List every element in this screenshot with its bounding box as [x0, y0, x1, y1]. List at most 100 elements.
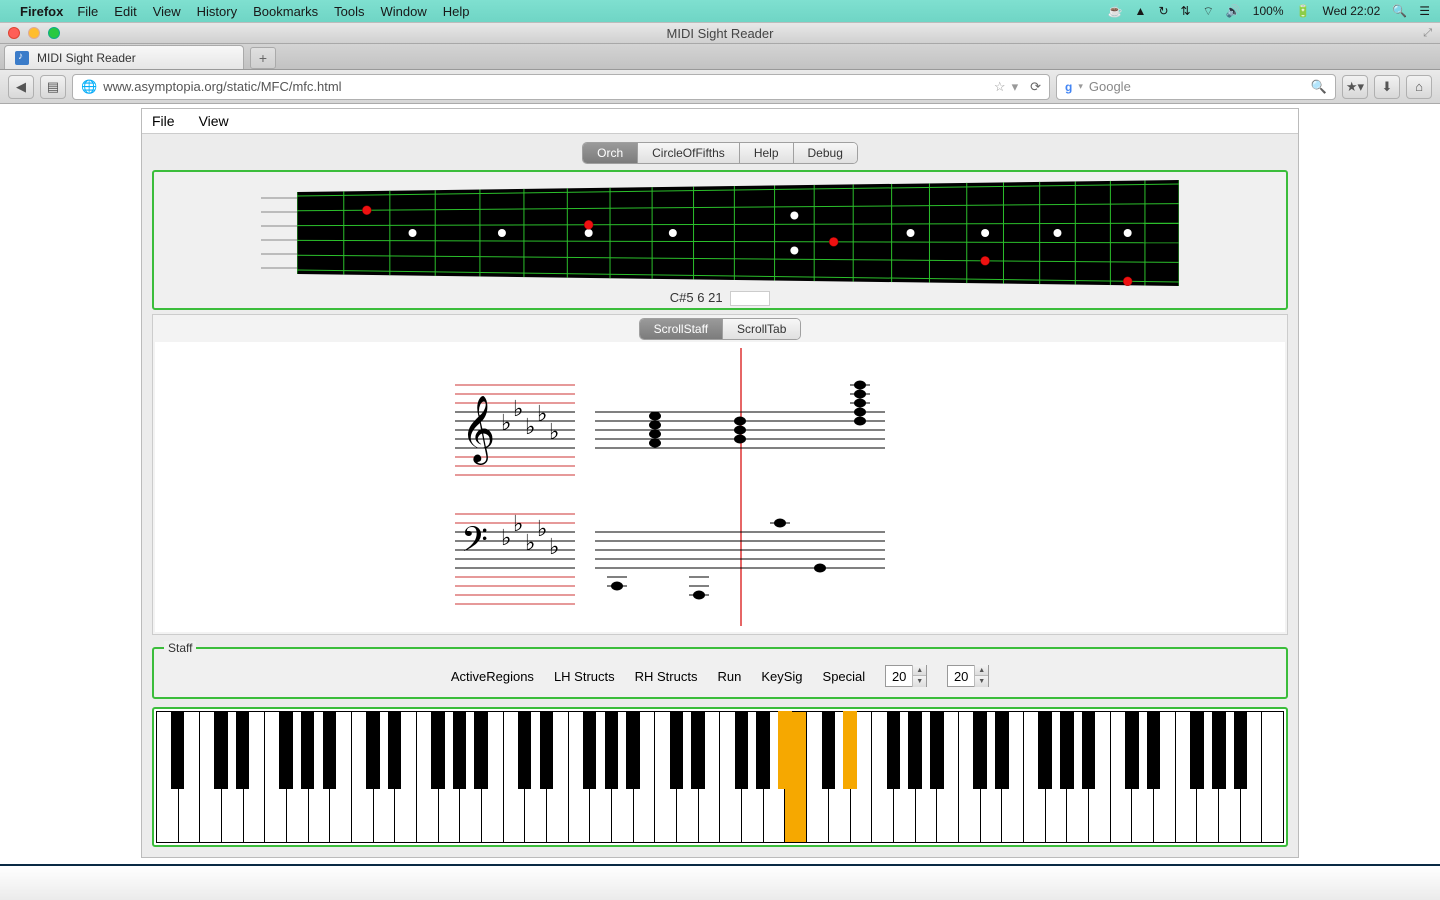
back-button[interactable]: ◀: [8, 75, 34, 99]
white-key[interactable]: [178, 711, 200, 843]
white-key[interactable]: [416, 711, 438, 843]
reload-icon[interactable]: ⟳: [1030, 79, 1041, 95]
white-key[interactable]: [741, 711, 763, 843]
white-key[interactable]: [264, 711, 286, 843]
search-bar[interactable]: g ▾ Google 🔍: [1056, 74, 1336, 100]
white-key[interactable]: [373, 711, 395, 843]
white-key[interactable]: [633, 711, 655, 843]
dock[interactable]: [0, 864, 1440, 900]
sidebar-button[interactable]: ▤: [40, 75, 66, 99]
ctrl-run[interactable]: Run: [717, 669, 741, 684]
menu-window[interactable]: Window: [381, 4, 427, 19]
menu-edit[interactable]: Edit: [114, 4, 136, 19]
ctrl-special[interactable]: Special: [823, 669, 866, 684]
white-key[interactable]: [828, 711, 850, 843]
tab-orch[interactable]: Orch: [583, 143, 638, 163]
sync-icon[interactable]: ⇅: [1181, 4, 1191, 18]
note-input-box[interactable]: [730, 291, 770, 306]
ctrl-rhstructs[interactable]: RH Structs: [635, 669, 698, 684]
white-key[interactable]: [958, 711, 980, 843]
white-key[interactable]: [676, 711, 698, 843]
minimize-button[interactable]: [28, 27, 40, 39]
white-key[interactable]: [871, 711, 893, 843]
tab-scrollstaff[interactable]: ScrollStaff: [640, 319, 723, 339]
tab-circleoffifths[interactable]: CircleOfFifths: [638, 143, 740, 163]
white-key[interactable]: [784, 711, 806, 843]
white-key[interactable]: [524, 711, 546, 843]
white-key[interactable]: [1153, 711, 1175, 843]
new-tab-button[interactable]: +: [250, 47, 276, 69]
white-key[interactable]: [394, 711, 416, 843]
white-key[interactable]: [1001, 711, 1023, 843]
battery-icon[interactable]: 🔋: [1296, 4, 1311, 18]
app-menu-file[interactable]: File: [152, 113, 175, 129]
search-icon[interactable]: 🔍: [1311, 79, 1327, 95]
num-input-1[interactable]: ▲▼: [885, 665, 927, 687]
staff-viewport[interactable]: 𝄞♭♭♭♭♭𝄢♭♭♭♭♭: [155, 342, 1285, 632]
white-key[interactable]: [568, 711, 590, 843]
num-field-1[interactable]: [886, 669, 912, 684]
home-button[interactable]: ⌂: [1406, 75, 1432, 99]
white-key[interactable]: [915, 711, 937, 843]
white-key[interactable]: [1066, 711, 1088, 843]
menu-view[interactable]: View: [153, 4, 181, 19]
white-key[interactable]: [481, 711, 503, 843]
white-key[interactable]: [763, 711, 785, 843]
zoom-button[interactable]: [48, 27, 60, 39]
white-key[interactable]: [1045, 711, 1067, 843]
menu-history[interactable]: History: [197, 4, 237, 19]
white-key[interactable]: [980, 711, 1002, 843]
white-key[interactable]: [438, 711, 460, 843]
fretboard-body[interactable]: [297, 180, 1179, 286]
downloads-button[interactable]: ⬇: [1374, 75, 1400, 99]
wifi-icon[interactable]: ⌔: [1203, 4, 1214, 19]
notification-center-icon[interactable]: ☰: [1419, 4, 1430, 18]
white-key[interactable]: [286, 711, 308, 843]
white-key[interactable]: [546, 711, 568, 843]
dropdown-icon[interactable]: ▾: [1078, 81, 1083, 92]
white-key[interactable]: [1110, 711, 1132, 843]
white-key[interactable]: [503, 711, 525, 843]
tab-debug[interactable]: Debug: [794, 143, 857, 163]
timemachine-icon[interactable]: ↻: [1158, 4, 1168, 18]
white-key[interactable]: [221, 711, 243, 843]
white-key[interactable]: [893, 711, 915, 843]
white-key[interactable]: [351, 711, 373, 843]
num-input-2[interactable]: ▲▼: [947, 665, 989, 687]
white-key[interactable]: [1218, 711, 1240, 843]
white-key[interactable]: [1196, 711, 1218, 843]
fullscreen-icon[interactable]: ⤢: [1423, 27, 1432, 40]
tab-scrolltab[interactable]: ScrollTab: [723, 319, 800, 339]
white-key[interactable]: [698, 711, 720, 843]
ctrl-activeregions[interactable]: ActiveRegions: [451, 669, 534, 684]
volume-icon[interactable]: 🔊: [1226, 4, 1241, 18]
white-key[interactable]: [806, 711, 828, 843]
white-key[interactable]: [1023, 711, 1045, 843]
dropdown-icon[interactable]: ▾: [1012, 79, 1019, 95]
white-key[interactable]: [156, 711, 178, 843]
white-key[interactable]: [611, 711, 633, 843]
white-key[interactable]: [1088, 711, 1110, 843]
white-key[interactable]: [936, 711, 958, 843]
fretboard[interactable]: [261, 180, 1179, 286]
ctrl-lhstructs[interactable]: LH Structs: [554, 669, 615, 684]
white-key[interactable]: [459, 711, 481, 843]
num-field-2[interactable]: [948, 669, 974, 684]
menu-bookmarks[interactable]: Bookmarks: [253, 4, 318, 19]
app-menu-view[interactable]: View: [199, 113, 229, 129]
spin-down-icon[interactable]: ▼: [913, 676, 926, 687]
menu-tools[interactable]: Tools: [334, 4, 364, 19]
white-key[interactable]: [329, 711, 351, 843]
white-key[interactable]: [199, 711, 221, 843]
white-key[interactable]: [1175, 711, 1197, 843]
white-key[interactable]: [243, 711, 265, 843]
bookmark-star-icon[interactable]: ☆: [994, 79, 1006, 95]
white-key[interactable]: [654, 711, 676, 843]
tab-help[interactable]: Help: [740, 143, 794, 163]
spin-up-icon[interactable]: ▲: [913, 665, 926, 676]
piano[interactable]: [156, 711, 1284, 843]
spin-down-icon[interactable]: ▼: [975, 676, 988, 687]
url-bar[interactable]: 🌐 www.asymptopia.org/static/MFC/mfc.html…: [72, 74, 1050, 100]
spin-up-icon[interactable]: ▲: [975, 665, 988, 676]
app-name[interactable]: Firefox: [20, 4, 63, 19]
